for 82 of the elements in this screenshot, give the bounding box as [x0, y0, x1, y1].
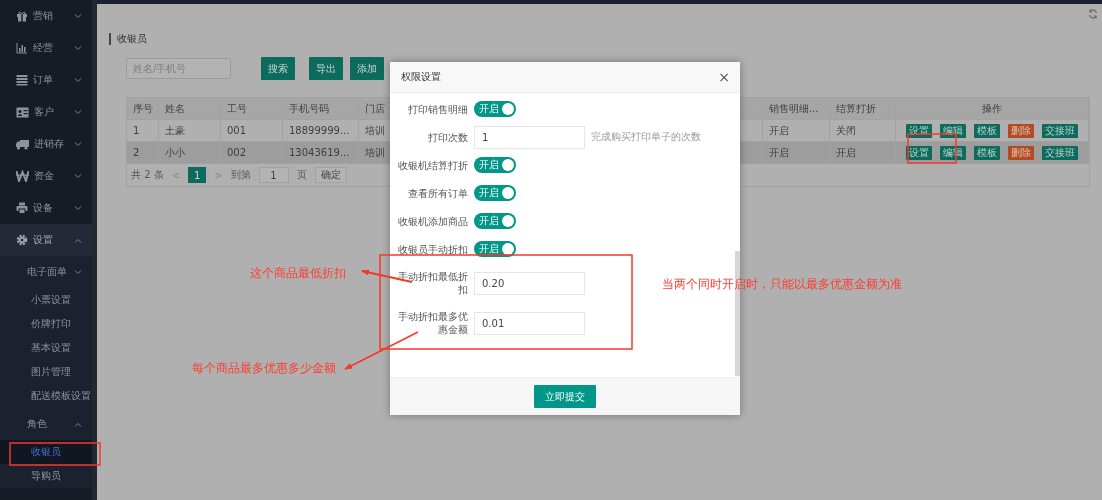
- sidebar-item[interactable]: 设置: [0, 224, 92, 256]
- sidebar-item[interactable]: 设备: [0, 192, 92, 224]
- table-cell: 18899999...: [283, 120, 359, 142]
- sidebar-subitem[interactable]: 价牌打印: [0, 312, 92, 336]
- toggle-switch[interactable]: 开启: [474, 157, 516, 173]
- table-cell: 2: [127, 142, 159, 164]
- page-input[interactable]: 1: [258, 167, 289, 183]
- table-cell: 001: [221, 120, 283, 142]
- annotation-text: 当两个同时开启时，只能以最多优惠金额为准: [662, 277, 902, 291]
- page-title: 收银员: [109, 33, 147, 45]
- action-button[interactable]: 交接班: [1042, 123, 1078, 138]
- table-cell: 小小: [159, 142, 221, 164]
- sidebar-item[interactable]: 进销存: [0, 128, 92, 160]
- goto-label: 到第: [230, 168, 251, 182]
- sidebar-item[interactable]: 客户: [0, 96, 92, 128]
- toolbar-button[interactable]: 搜索: [261, 57, 295, 80]
- column-header: 结算打折: [830, 98, 896, 120]
- dialog-title: 权限设置: [401, 70, 441, 84]
- delete-button[interactable]: 删除: [1008, 145, 1034, 160]
- column-header: 姓名: [159, 98, 221, 120]
- column-header: 销售明细...: [763, 98, 830, 120]
- toggle-switch[interactable]: 开启: [474, 185, 516, 201]
- column-header: 手机号码: [283, 98, 359, 120]
- sidebar-group[interactable]: 角色: [0, 408, 92, 440]
- page-number-button[interactable]: 1: [188, 167, 207, 183]
- action-button[interactable]: 交接班: [1042, 145, 1078, 160]
- table-cell: 002: [221, 142, 283, 164]
- field-label: 收银员手动折扣: [397, 242, 468, 256]
- column-header: 操作: [896, 98, 1089, 120]
- table-cell: 1: [127, 120, 159, 142]
- page-unit-label: 页: [296, 168, 307, 182]
- action-button[interactable]: 设置: [906, 145, 932, 160]
- sidebar-item[interactable]: 营销: [0, 0, 92, 32]
- sidebar-item[interactable]: 资金: [0, 160, 92, 192]
- toggle-switch[interactable]: 开启: [474, 213, 516, 229]
- currency-icon: [16, 170, 29, 182]
- sidebar-subitem[interactable]: 导购员: [0, 464, 92, 488]
- field-hint: 完成购买打印单子的次数: [591, 130, 701, 144]
- field-label: 查看所有订单: [407, 186, 468, 200]
- action-button[interactable]: 模板: [974, 123, 1000, 138]
- table-cell: 土豪: [159, 120, 221, 142]
- sidebar-subitem[interactable]: 小票设置: [0, 288, 92, 312]
- input-field[interactable]: 0.20: [474, 271, 585, 295]
- field-label: 打印次数: [427, 130, 468, 144]
- field-label: 手动折扣最多优惠金额: [397, 310, 468, 336]
- printer-icon: [16, 202, 28, 214]
- sidebar-subitem[interactable]: 收银员: [0, 440, 92, 464]
- truck-icon: [16, 138, 29, 150]
- table-cell: 开启: [763, 142, 830, 164]
- input-field[interactable]: 0.01: [474, 311, 585, 335]
- annotation-text: 这个商品最低折扣: [250, 266, 346, 280]
- table-cell: 开启: [830, 142, 896, 164]
- field-label: 收银机添加商品: [397, 214, 468, 228]
- toolbar-button[interactable]: 导出: [309, 57, 343, 80]
- gift-icon: [16, 10, 28, 22]
- sidebar-item[interactable]: 经营: [0, 32, 92, 64]
- delete-button[interactable]: 删除: [1008, 123, 1034, 138]
- table-cell: 13043619...: [283, 142, 359, 164]
- sidebar-subitem[interactable]: 配送模板设置: [0, 384, 92, 408]
- id-card-icon: [16, 106, 29, 118]
- list-icon: [16, 74, 28, 86]
- table-cell: 开启: [763, 120, 830, 142]
- gear-icon: [16, 234, 28, 246]
- confirm-button[interactable]: 确定: [314, 167, 347, 183]
- toolbar-button[interactable]: 添加: [350, 57, 384, 80]
- toggle-switch[interactable]: 开启: [474, 101, 516, 117]
- column-header: 序号: [127, 98, 159, 120]
- refresh-icon[interactable]: [1088, 9, 1098, 19]
- table-cell: 关闭: [830, 120, 896, 142]
- close-button[interactable]: ×: [718, 70, 730, 84]
- input-field[interactable]: 1: [474, 125, 585, 149]
- sidebar-item[interactable]: 订单: [0, 64, 92, 96]
- column-header: 工号: [221, 98, 283, 120]
- action-button[interactable]: 模板: [974, 145, 1000, 160]
- sidebar-subitem[interactable]: 基本设置: [0, 336, 92, 360]
- sidebar-subitem[interactable]: 图片管理: [0, 360, 92, 384]
- total-count: 共 2 条: [131, 168, 164, 182]
- submit-button[interactable]: 立即提交: [534, 385, 596, 408]
- sidebar-group[interactable]: 电子面单: [0, 256, 92, 288]
- field-label: 打印销售明细: [407, 102, 468, 116]
- annotation-text: 每个商品最多优惠多少金额: [192, 361, 336, 375]
- bar-chart-icon: [16, 42, 28, 54]
